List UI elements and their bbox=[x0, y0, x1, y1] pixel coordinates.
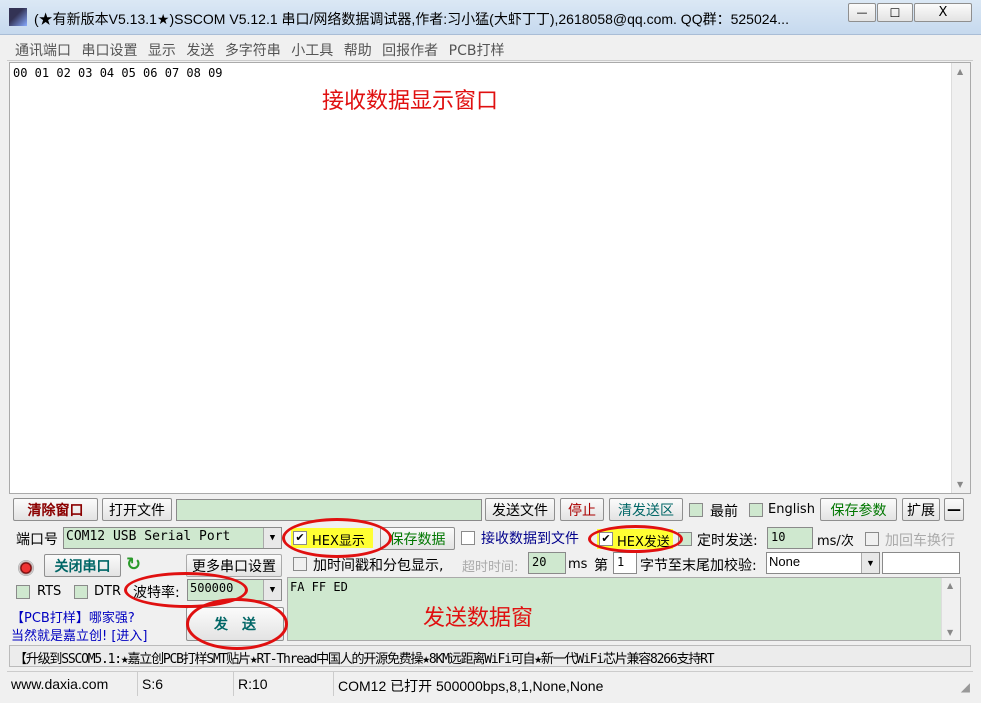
rts-label: RTS bbox=[37, 584, 62, 599]
status-port: COM12 已打开 500000bps,8,1,None,None bbox=[338, 678, 604, 694]
status-recv-count: R:10 bbox=[238, 676, 268, 692]
close-port-button[interactable]: 关闭串口 bbox=[44, 554, 121, 577]
hex-display-label: HEX显示 bbox=[312, 534, 365, 549]
timed-send-label: 定时发送: bbox=[697, 533, 758, 549]
stop-button[interactable]: 停止 bbox=[560, 498, 604, 521]
app-icon bbox=[9, 8, 27, 26]
ticker-text[interactable]: 【升级到SSCOM5.1:★嘉立创PCB打样SMT贴片★RT-Thread中国人… bbox=[14, 648, 715, 667]
hex-send-label: HEX发送 bbox=[617, 535, 670, 550]
recv-to-file-label: 接收数据到文件 bbox=[481, 531, 579, 547]
menu-item[interactable]: 小工具 bbox=[291, 43, 333, 59]
menu-item[interactable]: 回报作者 bbox=[382, 43, 438, 59]
title-bar: (★有新版本V5.13.1★)SSCOM V5.12.1 串口/网络数据调试器,… bbox=[0, 0, 981, 35]
timed-unit-label: ms/次 bbox=[817, 534, 854, 549]
open-file-button[interactable]: 打开文件 bbox=[102, 498, 172, 521]
checksum-extra-input[interactable] bbox=[882, 552, 960, 574]
port-value: COM12 USB Serial Port bbox=[66, 529, 231, 544]
scroll-down-icon[interactable]: ▼ bbox=[947, 628, 953, 637]
timed-interval-input[interactable]: 10 bbox=[767, 527, 813, 549]
receive-scrollbar[interactable]: ▲ ▼ bbox=[951, 63, 970, 493]
menu-item[interactable]: 发送 bbox=[186, 43, 214, 59]
save-data-button[interactable]: 保存数据 bbox=[380, 527, 455, 550]
menu-item[interactable]: 通讯端口 bbox=[15, 43, 71, 59]
window-title: (★有新版本V5.13.1★)SSCOM V5.12.1 串口/网络数据调试器,… bbox=[34, 11, 789, 27]
more-settings-button[interactable]: 更多串口设置 bbox=[186, 554, 282, 577]
english-label: English bbox=[768, 502, 815, 517]
close-button[interactable]: X bbox=[914, 3, 972, 22]
menu-bar: 通讯端口 串口设置 显示 发送 多字符串 小工具 帮助 回报作者 PCB打样 bbox=[7, 36, 973, 61]
english-checkbox[interactable] bbox=[749, 503, 763, 517]
menu-item[interactable]: 多字符串 bbox=[225, 43, 281, 59]
timeout-unit-label: ms bbox=[568, 557, 588, 572]
promo-link-2[interactable]: 当然就是嘉立创! [进入] bbox=[11, 625, 148, 644]
send-file-button[interactable]: 发送文件 bbox=[485, 498, 555, 521]
send-button[interactable]: 发 送 bbox=[186, 607, 284, 641]
menu-item[interactable]: 串口设置 bbox=[81, 43, 137, 59]
send-area[interactable]: FA FF ED 发送数据窗 ▲ ▼ bbox=[287, 577, 961, 641]
add-crlf-checkbox[interactable] bbox=[865, 532, 879, 546]
timeout-input[interactable]: 20 bbox=[528, 552, 566, 574]
checksum-label: 字节至末尾加校验: bbox=[640, 558, 757, 574]
status-sent-count: S:6 bbox=[142, 676, 164, 692]
chevron-down-icon[interactable]: ▼ bbox=[861, 553, 879, 573]
dtr-checkbox[interactable] bbox=[74, 585, 88, 599]
send-text: FA FF ED bbox=[290, 580, 348, 594]
dtr-label: DTR bbox=[94, 584, 121, 599]
timestamp-label: 加时间戳和分包显示, bbox=[313, 558, 444, 574]
receive-text: 00 01 02 03 04 05 06 07 08 09 bbox=[13, 66, 223, 80]
save-params-button[interactable]: 保存参数 bbox=[820, 498, 897, 521]
status-bar: www.daxia.com S:6 R:10 COM12 已打开 500000b… bbox=[7, 671, 973, 696]
recv-to-file-checkbox[interactable] bbox=[461, 531, 475, 545]
timestamp-checkbox[interactable] bbox=[293, 557, 307, 571]
refresh-icon[interactable]: ↻ bbox=[126, 554, 141, 575]
port-select[interactable]: COM12 USB Serial Port ▼ bbox=[63, 527, 282, 549]
receive-area[interactable]: 00 01 02 03 04 05 06 07 08 09 接收数据显示窗口 ▲… bbox=[9, 62, 971, 494]
baud-value: 500000 bbox=[190, 581, 234, 595]
baud-select[interactable]: 500000 ▼ bbox=[187, 579, 282, 601]
maximize-button[interactable]: ☐ bbox=[877, 3, 913, 22]
baud-label: 波特率: bbox=[133, 585, 180, 601]
status-site[interactable]: www.daxia.com bbox=[11, 676, 108, 692]
expand-button[interactable]: 扩展 bbox=[902, 498, 940, 521]
scroll-down-icon[interactable]: ▼ bbox=[957, 480, 963, 489]
rts-checkbox[interactable] bbox=[16, 585, 30, 599]
hex-send-checkbox[interactable]: ✔ bbox=[599, 532, 613, 546]
nth-input[interactable]: 1 bbox=[613, 552, 637, 574]
resize-grip-icon[interactable]: ◢ bbox=[961, 680, 970, 694]
menu-item[interactable]: PCB打样 bbox=[449, 43, 505, 59]
send-annotation: 发送数据窗 bbox=[423, 606, 534, 631]
menu-item[interactable]: 显示 bbox=[148, 43, 176, 59]
promo-link-1[interactable]: 【PCB打样】哪家强? bbox=[11, 607, 135, 626]
clear-window-button[interactable]: 清除窗口 bbox=[13, 498, 98, 521]
timed-send-checkbox[interactable] bbox=[678, 532, 692, 546]
checksum-select[interactable]: None ▼ bbox=[766, 552, 880, 574]
chevron-down-icon[interactable]: ▼ bbox=[263, 580, 281, 600]
nth-label: 第 bbox=[594, 558, 608, 574]
port-status-led-icon bbox=[18, 560, 34, 576]
collapse-button[interactable]: — bbox=[944, 498, 964, 521]
chevron-down-icon[interactable]: ▼ bbox=[263, 528, 281, 548]
topmost-checkbox[interactable] bbox=[689, 503, 703, 517]
menu-item[interactable]: 帮助 bbox=[344, 43, 372, 59]
scroll-up-icon[interactable]: ▲ bbox=[947, 581, 953, 590]
clear-send-button[interactable]: 清发送区 bbox=[609, 498, 683, 521]
send-scrollbar[interactable]: ▲ ▼ bbox=[941, 578, 960, 640]
ticker-bar: 【升级到SSCOM5.1:★嘉立创PCB打样SMT贴片★RT-Thread中国人… bbox=[9, 645, 971, 667]
checksum-value: None bbox=[769, 554, 801, 569]
receive-annotation: 接收数据显示窗口 bbox=[322, 89, 499, 114]
hex-display-checkbox[interactable]: ✔ bbox=[293, 531, 307, 545]
minimize-button[interactable]: — bbox=[848, 3, 876, 22]
timeout-label: 超时时间: bbox=[462, 560, 519, 575]
scroll-up-icon[interactable]: ▲ bbox=[957, 67, 963, 76]
file-path-input[interactable] bbox=[176, 499, 482, 521]
add-crlf-label: 加回车换行 bbox=[885, 533, 955, 549]
port-label: 端口号 bbox=[16, 532, 58, 548]
topmost-label: 最前 bbox=[710, 504, 738, 520]
